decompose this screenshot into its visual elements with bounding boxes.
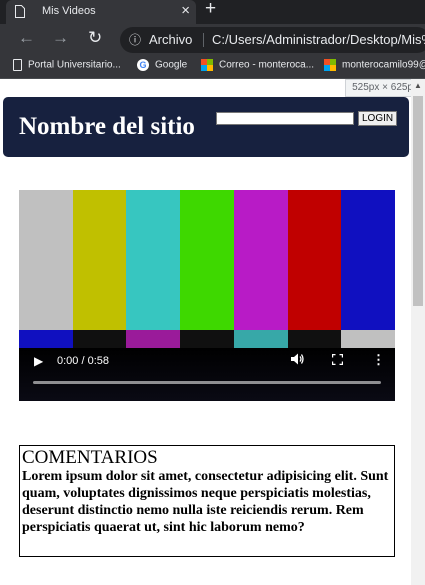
color-bar	[287, 190, 342, 330]
bookmark-label: Correo - monteroca...	[219, 59, 315, 71]
tab-close-icon[interactable]: ×	[181, 2, 190, 19]
video-player[interactable]: ▶ 0:00 / 0:58 ⋮	[19, 190, 395, 401]
video-progress-track[interactable]	[33, 381, 381, 384]
scroll-up-arrow-icon[interactable]: ▲	[411, 79, 425, 93]
color-bars-frame	[19, 190, 395, 330]
address-url[interactable]: C:/Users/Administrador/Desktop/Mis%	[212, 32, 425, 47]
tab-strip: Mis Videos × +	[0, 0, 425, 24]
color-strip-segment	[126, 330, 181, 348]
site-title: Nombre del sitio	[19, 113, 195, 140]
bookmark-google[interactable]: G Google	[137, 59, 187, 71]
bookmark-portal[interactable]: Portal Universitario...	[13, 59, 121, 71]
color-bar	[341, 190, 395, 330]
color-strip-segment	[233, 330, 288, 348]
video-time: 0:00 / 0:58	[57, 355, 109, 367]
color-strip-segment	[19, 330, 73, 348]
address-bar[interactable]: ⓘ Archivo C:/Users/Administrador/Desktop…	[120, 27, 425, 53]
bookmark-montero[interactable]: monterocamilo99@	[324, 59, 425, 71]
reload-icon[interactable]: ↻	[88, 28, 102, 48]
more-options-icon[interactable]: ⋮	[372, 352, 385, 368]
color-strip-segment	[341, 330, 395, 348]
page-viewport: 525px × 625px Nombre del sitio LOGIN ▶ 0…	[0, 79, 425, 585]
microsoft-icon	[324, 59, 336, 71]
bookmark-correo[interactable]: Correo - monteroca...	[201, 59, 314, 71]
page-icon	[13, 59, 22, 71]
address-scheme-chip: Archivo	[149, 32, 193, 47]
info-icon[interactable]: ⓘ	[129, 31, 141, 48]
play-icon[interactable]: ▶	[34, 354, 43, 368]
fullscreen-icon[interactable]	[332, 354, 343, 365]
microsoft-icon	[201, 59, 213, 71]
bookmark-label: Google	[155, 59, 188, 71]
bookmarks-bar: Portal Universitario... G Google Correo -…	[0, 56, 425, 79]
bookmark-label: monterocamilo99@	[342, 59, 425, 71]
color-strip-segment	[72, 330, 127, 348]
browser-tab[interactable]: Mis Videos ×	[6, 0, 196, 24]
comments-body: Lorem ipsum dolor sit amet, consectetur …	[22, 469, 389, 535]
volume-icon[interactable]	[291, 353, 304, 365]
tab-title: Mis Videos	[42, 5, 96, 17]
browser-toolbar: ← → ↻ ⓘ Archivo C:/Users/Administrador/D…	[0, 24, 425, 56]
forward-arrow-icon[interactable]: →	[52, 28, 69, 48]
color-strip-segment	[180, 330, 234, 348]
comments-heading: COMENTARIOS	[22, 447, 158, 468]
color-strip	[19, 330, 395, 348]
new-tab-button[interactable]: +	[205, 0, 216, 20]
site-header: Nombre del sitio LOGIN	[3, 97, 409, 157]
scroll-thumb[interactable]	[413, 96, 423, 306]
search-input[interactable]	[216, 112, 354, 125]
login-button[interactable]: LOGIN	[358, 111, 398, 126]
video-controls: ▶ 0:00 / 0:58 ⋮	[19, 348, 395, 401]
color-bar	[19, 190, 73, 330]
google-icon: G	[137, 59, 149, 71]
back-arrow-icon[interactable]: ←	[18, 28, 35, 48]
comments-box: COMENTARIOS Lorem ipsum dolor sit amet, …	[19, 445, 395, 557]
bookmark-label: Portal Universitario...	[28, 59, 121, 71]
color-bar	[233, 190, 288, 330]
document-icon	[15, 5, 25, 18]
vertical-scrollbar[interactable]: ▲	[411, 79, 425, 585]
color-strip-segment	[287, 330, 342, 348]
color-bar	[180, 190, 234, 330]
color-bar	[72, 190, 127, 330]
color-bar	[126, 190, 181, 330]
address-divider	[203, 33, 204, 47]
